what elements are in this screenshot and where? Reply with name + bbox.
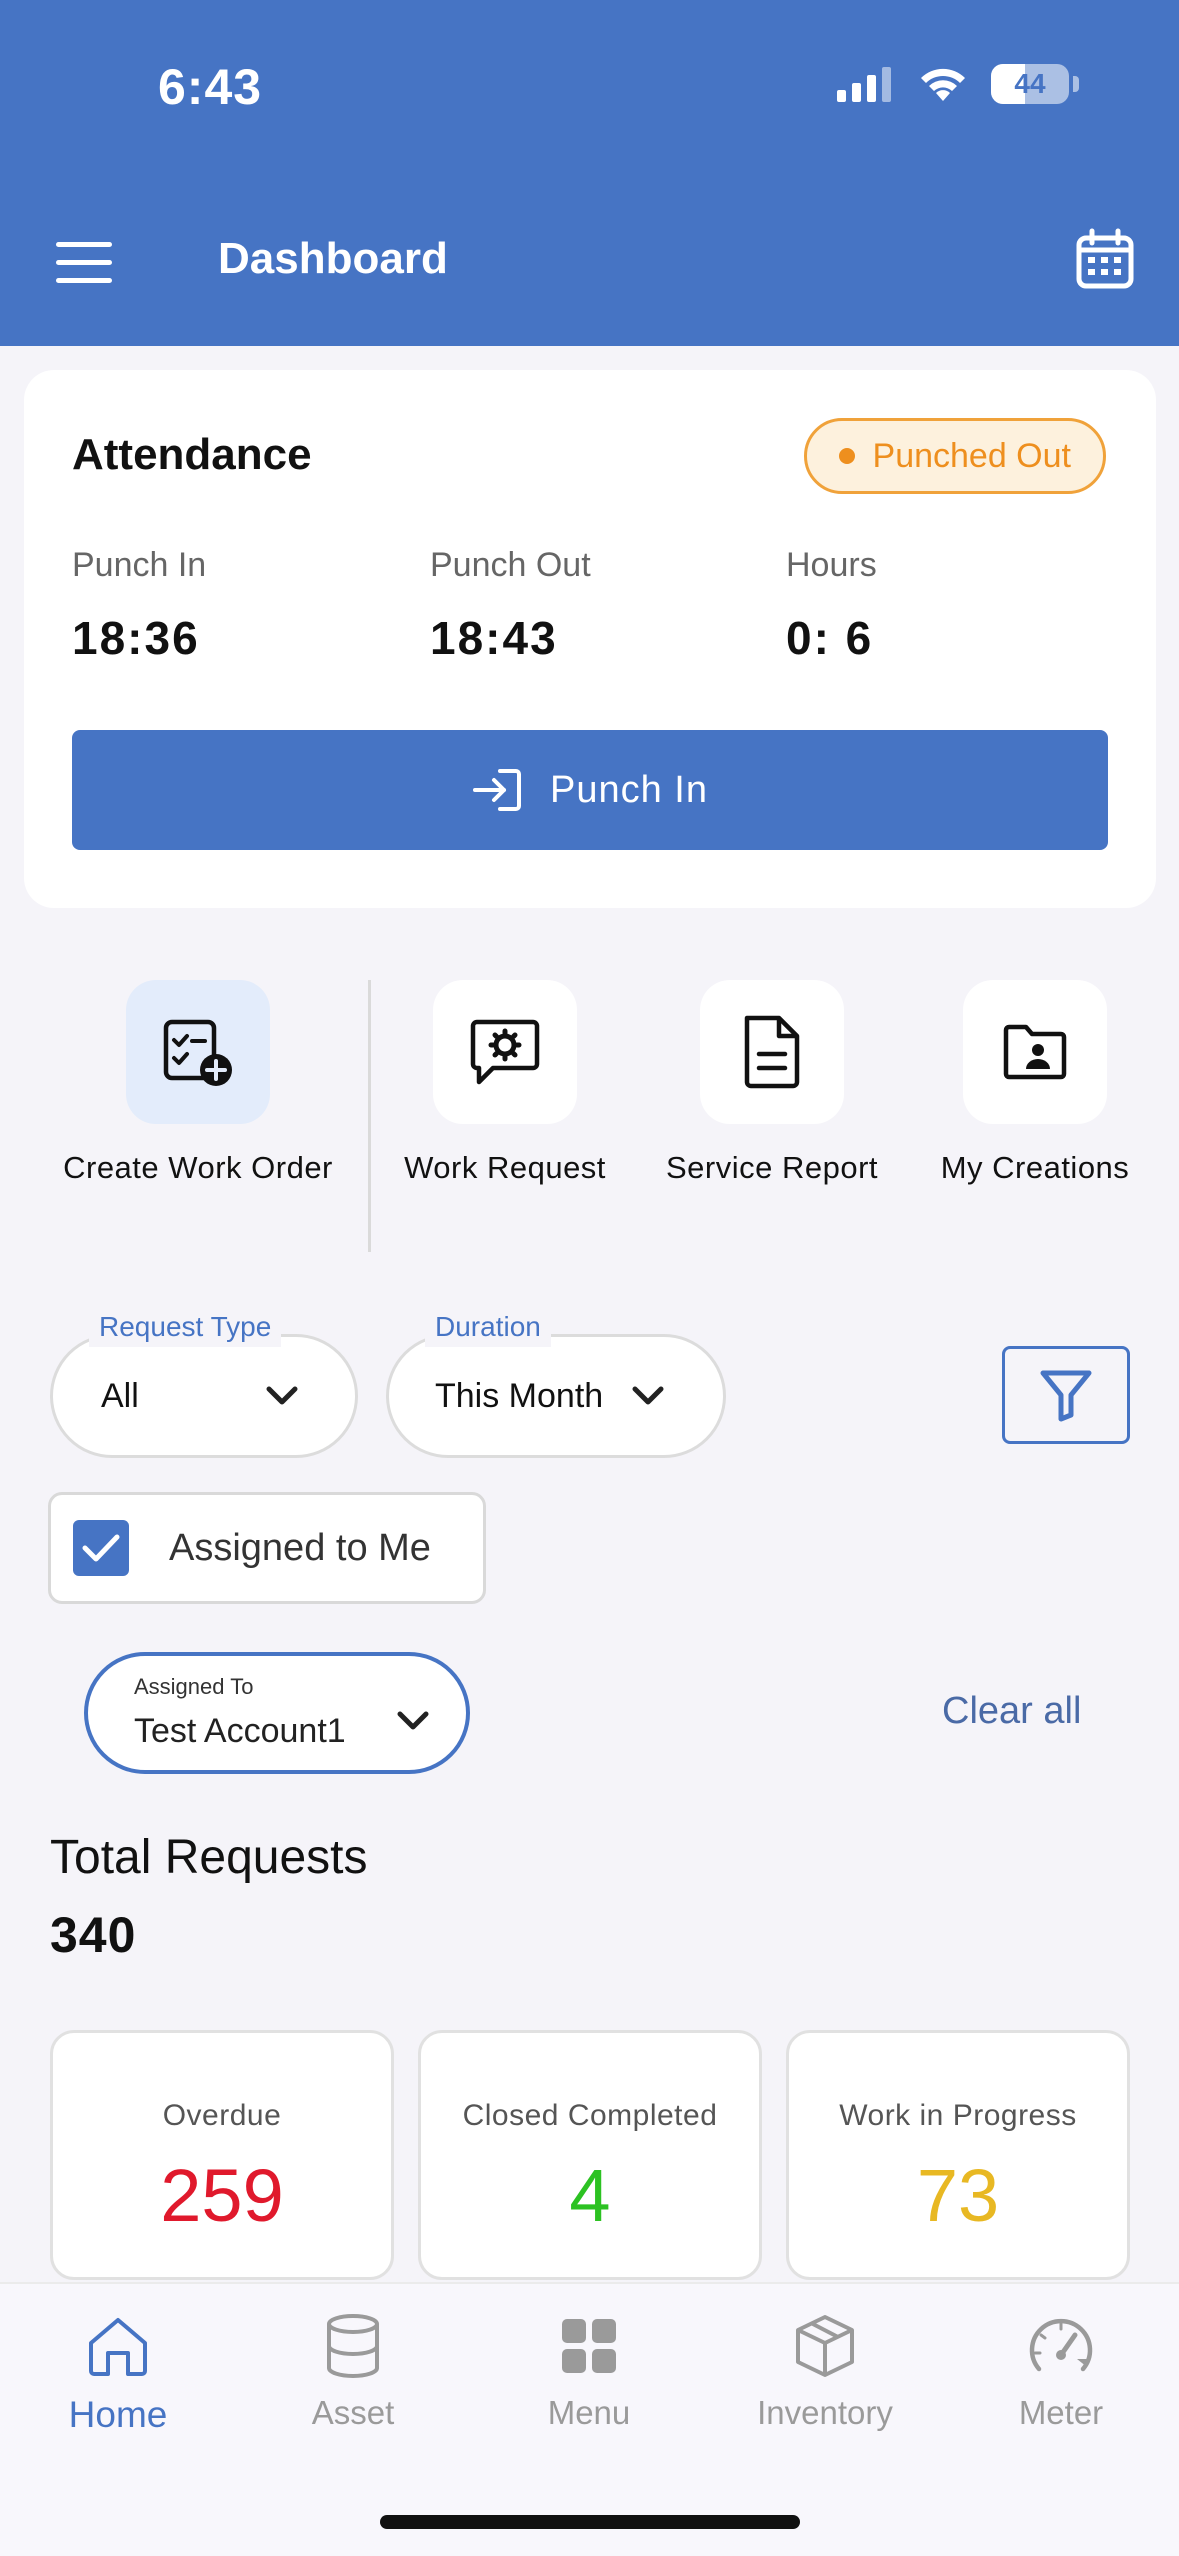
status-time: 6:43 xyxy=(158,59,263,115)
signal-icon xyxy=(837,67,891,102)
punch-in-button-label: Punch In xyxy=(550,768,708,811)
tab-inventory-label: Inventory xyxy=(757,2394,893,2431)
assigned-to-value: Test Account1 xyxy=(134,1712,346,1750)
punch-out-value: 18:43 xyxy=(430,612,558,664)
tab-home-label: Home xyxy=(68,2394,168,2435)
status-badge: Punched Out xyxy=(803,418,1106,494)
work-request-action[interactable]: Work Request xyxy=(390,980,620,1186)
duration-label: Duration xyxy=(425,1307,551,1347)
tab-asset[interactable]: Asset xyxy=(253,2306,453,2432)
filter-icon xyxy=(1040,1370,1092,1422)
my-creations-tile[interactable] xyxy=(963,980,1107,1124)
assigned-to-label: Assigned To xyxy=(134,1674,254,1699)
duration-select[interactable]: Duration This Month xyxy=(386,1307,726,1458)
service-report-action[interactable]: Service Report xyxy=(652,980,892,1186)
work-request-icon xyxy=(470,1019,540,1085)
work-in-progress-label: Work in Progress xyxy=(839,2099,1077,2132)
closed-completed-card[interactable]: Closed Completed 4 xyxy=(418,2030,762,2280)
chevron-down-icon xyxy=(632,1386,664,1405)
total-requests-label: Total Requests xyxy=(50,1831,368,1884)
page-title: Dashboard xyxy=(218,234,448,283)
attendance-card: Attendance Punched Out Punch In 18:36 Pu… xyxy=(24,370,1156,908)
home-indicator xyxy=(380,2515,800,2529)
wifi-icon xyxy=(921,68,965,101)
total-requests-value: 340 xyxy=(50,1907,137,1963)
create-work-order-tile[interactable] xyxy=(126,980,270,1124)
create-work-order-action[interactable]: Create Work Order xyxy=(54,980,342,1186)
home-icon xyxy=(89,2318,147,2376)
chevron-down-icon xyxy=(266,1386,298,1405)
punch-out-label: Punch Out xyxy=(430,546,591,584)
service-report-tile[interactable] xyxy=(700,980,844,1124)
tab-home[interactable]: Home xyxy=(18,2306,218,2436)
assigned-to-me-label: Assigned to Me xyxy=(169,1526,431,1569)
punch-out-stat: Punch Out 18:43 xyxy=(430,546,591,665)
gauge-icon xyxy=(1029,2318,1093,2372)
battery-tip xyxy=(1073,76,1079,92)
tab-menu[interactable]: Menu xyxy=(489,2306,689,2432)
closed-completed-value: 4 xyxy=(569,2154,611,2237)
punch-in-value: 18:36 xyxy=(72,612,200,664)
checkbox-checked-icon[interactable] xyxy=(73,1520,129,1576)
chevron-down-icon xyxy=(397,1711,429,1730)
battery-level: 44 xyxy=(1014,68,1046,99)
request-type-value: All xyxy=(101,1376,139,1415)
overdue-card[interactable]: Overdue 259 xyxy=(50,2030,394,2280)
hamburger-menu-icon[interactable] xyxy=(56,242,112,283)
work-in-progress-value: 73 xyxy=(916,2154,1000,2237)
hours-label: Hours xyxy=(786,546,877,584)
quick-actions: Create Work Order Work Request Service R… xyxy=(0,980,1179,1252)
work-request-label: Work Request xyxy=(404,1150,606,1185)
request-type-label: Request Type xyxy=(89,1307,282,1347)
attendance-title: Attendance xyxy=(72,430,312,479)
battery-icon: 44 xyxy=(991,64,1069,104)
work-in-progress-card[interactable]: Work in Progress 73 xyxy=(786,2030,1130,2280)
overdue-label: Overdue xyxy=(162,2099,282,2132)
box-icon xyxy=(796,2315,854,2377)
punch-in-label: Punch In xyxy=(72,546,207,584)
status-icons: 44 xyxy=(835,64,1079,104)
calendar-icon[interactable] xyxy=(1075,228,1135,290)
request-type-select[interactable]: Request Type All xyxy=(50,1307,358,1458)
create-work-order-label: Create Work Order xyxy=(63,1150,333,1185)
create-work-order-icon xyxy=(163,1019,232,1086)
clear-all-link[interactable]: Clear all xyxy=(942,1690,1081,1733)
service-report-icon xyxy=(744,1015,800,1089)
overdue-value: 259 xyxy=(160,2154,284,2237)
status-dot-icon xyxy=(838,448,855,464)
filter-button[interactable] xyxy=(1002,1346,1130,1444)
app-header: 6:43 44 Dashboard xyxy=(0,0,1179,346)
my-creations-action[interactable]: My Creations xyxy=(920,980,1150,1186)
assigned-to-me-checkbox[interactable]: Assigned to Me xyxy=(48,1492,486,1604)
action-divider xyxy=(368,980,371,1252)
tab-meter-label: Meter xyxy=(1018,2394,1104,2431)
hours-stat: Hours 0: 6 xyxy=(786,546,877,665)
service-report-label: Service Report xyxy=(665,1150,879,1185)
hours-value: 0: 6 xyxy=(786,612,874,664)
database-icon xyxy=(327,2314,379,2378)
punch-in-stat: Punch In 18:36 xyxy=(72,546,206,665)
tab-menu-label: Menu xyxy=(547,2394,631,2431)
my-creations-label: My Creations xyxy=(940,1150,1130,1185)
tab-meter[interactable]: Meter xyxy=(961,2306,1161,2432)
tab-inventory[interactable]: Inventory xyxy=(725,2306,925,2432)
work-request-tile[interactable] xyxy=(433,980,577,1124)
grid-icon xyxy=(562,2319,616,2373)
status-badge-label: Punched Out xyxy=(872,436,1071,475)
tab-asset-label: Asset xyxy=(311,2394,395,2431)
login-icon xyxy=(473,769,521,811)
punch-in-button[interactable]: Punch In xyxy=(72,730,1108,850)
duration-value: This Month xyxy=(435,1376,604,1415)
my-creations-icon xyxy=(1003,1024,1067,1080)
closed-completed-label: Closed Completed xyxy=(462,2099,718,2132)
assigned-to-select[interactable]: Assigned To Test Account1 xyxy=(84,1652,470,1774)
